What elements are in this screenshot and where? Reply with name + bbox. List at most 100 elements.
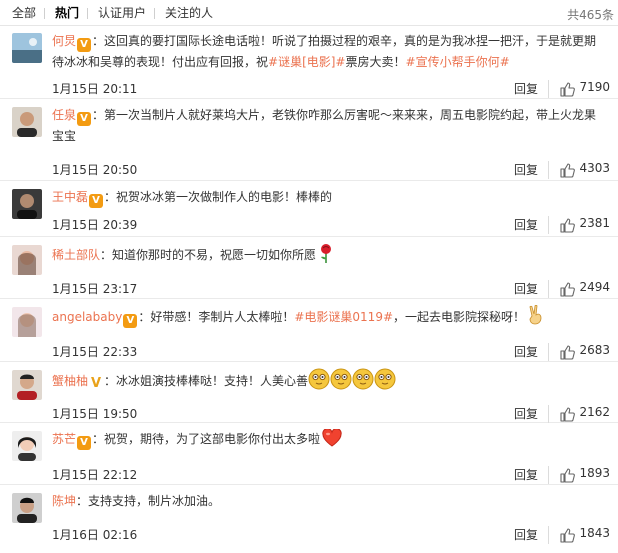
reply-button[interactable]: 回复: [514, 526, 538, 543]
avatar-man-icon: [12, 107, 42, 137]
comment-text: ：第一次当制片人就好莱坞大片，老铁你咋那么厉害呢～来来来，周五电影院约起，带上火…: [52, 108, 597, 143]
like-button[interactable]: 2162: [548, 405, 610, 423]
comment-timestamp: 1月15日 20:11: [52, 82, 138, 96]
avatar-man-dark-icon: [12, 493, 42, 523]
tab-divider: [87, 8, 88, 19]
comment-text: ：好带感！李制片人太棒啦！: [138, 310, 295, 324]
like-button[interactable]: 1893: [548, 466, 610, 484]
like-button[interactable]: 2494: [548, 280, 610, 298]
comment-meta: 1月16日 02:16 回复 1843: [52, 526, 610, 544]
comment-meta: 1月15日 23:17 回复 2494: [52, 280, 610, 298]
smiley-group: [308, 368, 396, 396]
username-link[interactable]: 苏芒: [52, 432, 76, 446]
like-count: 1843: [579, 526, 610, 540]
avatar-landscape-icon: [12, 33, 42, 63]
heart-icon: [322, 429, 342, 447]
comment-total-count: 共465条: [567, 8, 614, 22]
comment-meta: 1月15日 19:50 回复 2162: [52, 405, 610, 423]
reply-button[interactable]: 回复: [514, 405, 538, 422]
comment-body: 蟹柚柚 V ：冰冰姐演技棒棒哒！支持！人美心善: [52, 368, 604, 396]
topic-link[interactable]: #宣传小帮手你何#: [406, 55, 510, 69]
thumbs-up-icon: [560, 345, 576, 360]
tab-following[interactable]: 关注的人: [165, 6, 213, 20]
comment-filter-tabs: 全部 热门 认证用户 关注的人 共465条: [0, 0, 618, 26]
like-button[interactable]: 1843: [548, 526, 610, 544]
comment-timestamp: 1月15日 19:50: [52, 407, 138, 421]
thumbs-up-icon: [560, 163, 576, 178]
avatar-woman-light-icon: [12, 307, 42, 337]
comment-timestamp: 1月16日 02:16: [52, 528, 138, 542]
comment-timestamp: 1月15日 22:33: [52, 345, 138, 359]
smiley-icon: [374, 368, 396, 390]
verified-badge-icon: V: [77, 38, 92, 52]
like-count: 4303: [579, 161, 610, 175]
avatar[interactable]: [12, 493, 42, 523]
topic-link[interactable]: #电影谜巢0119#: [294, 310, 393, 324]
comment-body: 陈坤：支持支持，制片冰加油。: [52, 491, 604, 511]
avatar[interactable]: [12, 370, 42, 400]
like-count: 2494: [579, 280, 610, 294]
tab-divider: [154, 8, 155, 19]
like-count: 2381: [579, 216, 610, 230]
verified-badge-icon: V: [90, 376, 102, 391]
verified-badge-icon: V: [123, 314, 138, 328]
list-item: 任泉 V ：第一次当制片人就好莱坞大片，老铁你咋那么厉害呢～来来来，周五电影院约起，…: [0, 100, 618, 181]
username-link[interactable]: 稀土部队: [52, 248, 100, 262]
smiley-icon: [352, 368, 374, 390]
list-item: 王中磊 V ：祝贺冰冰第一次做制作人的电影！棒棒的 1月15日 20:39 回复 2…: [0, 182, 618, 237]
topic-link[interactable]: #谜巢[电影]#: [268, 55, 345, 69]
like-count: 2162: [579, 405, 610, 419]
reply-button[interactable]: 回复: [514, 161, 538, 178]
comment-body: 苏芒 V ：祝贺，期待，为了这部电影你付出太多啦: [52, 429, 604, 450]
comment-meta: 1月15日 20:39 回复 2381: [52, 216, 610, 234]
avatar[interactable]: [12, 307, 42, 337]
username-link[interactable]: 何炅: [52, 34, 76, 48]
thumbs-up-icon: [560, 82, 576, 97]
like-button[interactable]: 7190: [548, 80, 610, 98]
like-button[interactable]: 2683: [548, 343, 610, 361]
comment-timestamp: 1月15日 22:12: [52, 468, 138, 482]
avatar[interactable]: [12, 33, 42, 63]
list-item: 陈坤：支持支持，制片冰加油。 1月16日 02:16 回复 1843: [0, 486, 618, 553]
reply-button[interactable]: 回复: [514, 216, 538, 233]
comment-timestamp: 1月15日 23:17: [52, 282, 138, 296]
avatar[interactable]: [12, 189, 42, 219]
thumbs-up-icon: [560, 528, 576, 543]
comment-timestamp: 1月15日 20:39: [52, 218, 138, 232]
comment-text: ：祝贺，期待，为了这部电影你付出太多啦: [92, 432, 321, 446]
comment-body: angelababy V ：好带感！李制片人太棒啦！#电影谜巢0119#，一起去电影…: [52, 305, 604, 328]
avatar[interactable]: [12, 107, 42, 137]
list-item: 何炅 V ：这回真的要打国际长途电话啦！听说了拍摄过程的艰辛，真的是为我冰捏一把汗，…: [0, 26, 618, 99]
reply-button[interactable]: 回复: [514, 466, 538, 483]
tab-verified-users[interactable]: 认证用户: [98, 6, 146, 20]
username-link[interactable]: 王中磊: [52, 190, 88, 204]
username-link[interactable]: angelababy: [52, 310, 122, 324]
reply-button[interactable]: 回复: [514, 80, 538, 97]
reply-button[interactable]: 回复: [514, 343, 538, 360]
avatar[interactable]: [12, 245, 42, 275]
verified-badge-icon: V: [77, 112, 92, 126]
thumbs-up-icon: [560, 468, 576, 483]
tab-all[interactable]: 全部: [12, 6, 36, 20]
username-link[interactable]: 任泉: [52, 108, 76, 122]
comment-body: 稀土部队：知道你那时的不易，祝愿一切如你所愿: [52, 243, 604, 265]
comment-body: 任泉 V ：第一次当制片人就好莱坞大片，老铁你咋那么厉害呢～来来来，周五电影院约起，…: [52, 105, 604, 146]
victory-hand-icon: [529, 305, 542, 325]
tab-hot[interactable]: 热门: [55, 6, 79, 20]
avatar[interactable]: [12, 431, 42, 461]
thumbs-up-icon: [560, 407, 576, 422]
like-button[interactable]: 2381: [548, 216, 610, 234]
like-button[interactable]: 4303: [548, 161, 610, 179]
username-link[interactable]: 陈坤: [52, 494, 76, 508]
username-link[interactable]: 蟹柚柚: [52, 374, 88, 388]
avatar-woman-icon: [12, 245, 42, 275]
comment-meta: 1月15日 22:12 回复 1893: [52, 466, 610, 484]
reply-button[interactable]: 回复: [514, 280, 538, 297]
comment-text: 票房大卖！: [345, 55, 406, 69]
verified-badge-icon: V: [89, 194, 104, 208]
like-count: 7190: [579, 80, 610, 94]
like-count: 1893: [579, 466, 610, 480]
tab-divider: [44, 8, 45, 19]
verified-badge-icon: V: [77, 436, 92, 450]
comment-text: ，一起去电影院探秘呀！: [393, 310, 526, 324]
